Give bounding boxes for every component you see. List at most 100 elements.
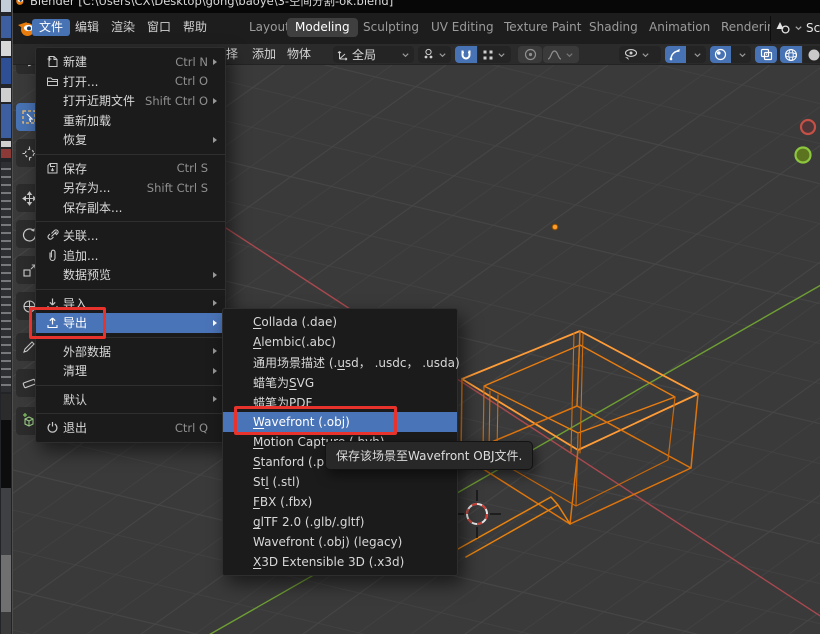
save-icon [46,162,63,175]
shading-solid-button[interactable] [803,46,820,63]
submenu-item-usd[interactable]: 通用场景描述 (.usd， .usdc， .usda) [223,352,457,372]
menu-shortcut: Ctrl S [177,161,208,175]
submenu-arrow-icon [213,320,217,326]
snap-toggle[interactable] [455,46,477,63]
submenu-item-alembic[interactable]: Alembic(.abc) [223,332,457,352]
submenu-arrow-icon [213,98,217,104]
menu-shortcut: Ctrl N [175,55,208,69]
chevron-down-icon [641,51,650,59]
snap-increment-icon [482,49,494,61]
menu-item-label: 关联... [63,227,98,244]
submenu-item-label: Alembic(.abc) [253,335,336,349]
menu-shortcut: Ctrl O [175,74,208,88]
menu-separator [36,385,225,386]
gizmos-dropdown[interactable] [665,46,706,63]
proportional-editing-icon [524,48,537,61]
menu-separator [36,413,225,414]
window-title-bar: Blender [C:\Users\CX\Desktop\gong\baoye\… [0,0,820,13]
submenu-item-fbx[interactable]: FBX (.fbx) [223,492,457,512]
overlays-dropdown[interactable] [710,46,751,63]
submenu-item-gltf[interactable]: glTF 2.0 (.glb/.gltf) [223,512,457,532]
tooltip-text: 保存该场景至Wavefront OBJ文件. [336,449,522,463]
menu-item-new[interactable]: 新建 Ctrl N [36,52,225,72]
tab-uv-editing[interactable]: UV Editing [423,18,502,37]
transform-orientation-dropdown[interactable]: 全局 [333,46,414,63]
nav-gizmo-x-axis-ball[interactable] [801,120,815,134]
menu-shortcut: Ctrl Q [175,421,208,435]
menu-item-label: 另存为... [63,179,110,196]
object-menu[interactable]: 物体 [287,47,311,62]
tab-texture-paint[interactable]: Texture Paint [496,18,589,37]
add-menu[interactable]: 添加 [252,47,276,62]
falloff-curve-icon [547,49,562,61]
menu-item-label: 数据预览 [63,266,111,283]
pivot-point-dropdown[interactable] [418,46,451,63]
submenu-arrow-icon [213,368,217,374]
show-gizmo-dropdown[interactable] [619,46,661,63]
submenu-item-label: 通用场景描述 (.usd， .usdc， .usda) [253,354,460,371]
menu-item-data-preview[interactable]: 数据预览 [36,265,225,285]
menu-item-label: 重新加载 [63,112,111,129]
menu-item-save[interactable]: 保存 Ctrl S [36,159,225,179]
menu-item-clean-up[interactable]: 清理 [36,361,225,381]
menu-item-recover[interactable]: 恢复 [36,130,225,150]
scene-selector[interactable]: Scene [775,18,820,37]
menu-item-save-copy[interactable]: 保存副本... [36,198,225,218]
menu-separator [36,289,225,290]
submenu-item-label: Wavefront (.obj) (legacy) [253,535,402,549]
pivot-point-icon [422,48,435,61]
paperclip-icon [46,249,63,262]
link-icon [46,229,63,242]
menu-item-label: 打开... [63,73,98,90]
xray-icon [760,48,773,61]
snap-to-dropdown[interactable] [478,46,511,63]
chevron-down-icon [438,51,447,59]
tab-shading[interactable]: Shading [581,18,646,37]
submenu-item-x3d[interactable]: X3D Extensible 3D (.x3d) [223,552,457,572]
menu-item-open[interactable]: 打开... Ctrl O [36,72,225,92]
menu-item-link[interactable]: 关联... [36,226,225,246]
xray-toggle[interactable] [755,46,777,63]
submenu-item-collada[interactable]: Collada (.dae) [223,312,457,332]
tooltip: 保存该场景至Wavefront OBJ文件. [325,441,533,470]
nav-gizmo-y-axis-ball[interactable] [796,148,811,163]
menu-item-append[interactable]: 追加... [36,246,225,266]
menu-item-label: 恢复 [63,131,87,148]
submenu-item-label: 蜡笔为SVG [253,374,314,391]
submenu-arrow-icon [213,59,217,65]
menu-item-label: 退出 [63,419,87,436]
submenu-item-gp-svg[interactable]: 蜡笔为SVG [223,372,457,392]
menu-item-label: 打开近期文件 [63,92,135,109]
tab-modeling[interactable]: Modeling [287,18,358,37]
submenu-item-stl[interactable]: Stl (.stl) [223,472,457,492]
submenu-item-label: glTF 2.0 (.glb/.gltf) [253,515,364,529]
shading-wireframe-button[interactable] [780,46,802,63]
gizmo-arc-icon [669,48,682,61]
annotate-pencil-icon [22,340,36,354]
submenu-item-obj-legacy[interactable]: Wavefront (.obj) (legacy) [223,532,457,552]
submenu-arrow-icon [213,300,217,306]
blender-window: { "colors": { "accent_blue": "#4772b3", … [0,0,820,634]
menu-item-quit[interactable]: 退出 Ctrl Q [36,418,225,438]
proportional-falloff-dropdown[interactable] [543,46,579,63]
menu-item-external-data[interactable]: 外部数据 [36,342,225,362]
top-menu-bar: 文件 编辑 渲染 窗口 帮助 Layout Modeling Sculpting… [13,13,820,44]
power-icon [46,421,63,434]
submenu-item-label: Stl (.stl) [253,475,300,489]
menu-item-defaults[interactable]: 默认 [36,390,225,410]
object-origin-dot[interactable] [552,224,558,230]
submenu-arrow-icon [213,396,217,402]
solid-sphere-icon [807,48,820,62]
menu-separator [36,221,225,222]
menu-item-revert[interactable]: 重新加载 [36,111,225,131]
tab-animation[interactable]: Animation [641,18,718,37]
tab-sculpting[interactable]: Sculpting [355,18,427,37]
overlays-sphere-icon [714,48,727,61]
submenu-item-label: FBX (.fbx) [253,495,312,509]
menu-item-open-recent[interactable]: 打开近期文件 Shift Ctrl O [36,91,225,111]
menu-shortcut: Shift Ctrl O [145,94,208,108]
proportional-editing-toggle[interactable] [518,46,542,63]
tab-rendering[interactable]: Rendering [713,18,770,37]
submenu-item-label: X3D Extensible 3D (.x3d) [253,555,404,569]
menu-item-save-as[interactable]: 另存为... Shift Ctrl S [36,178,225,198]
